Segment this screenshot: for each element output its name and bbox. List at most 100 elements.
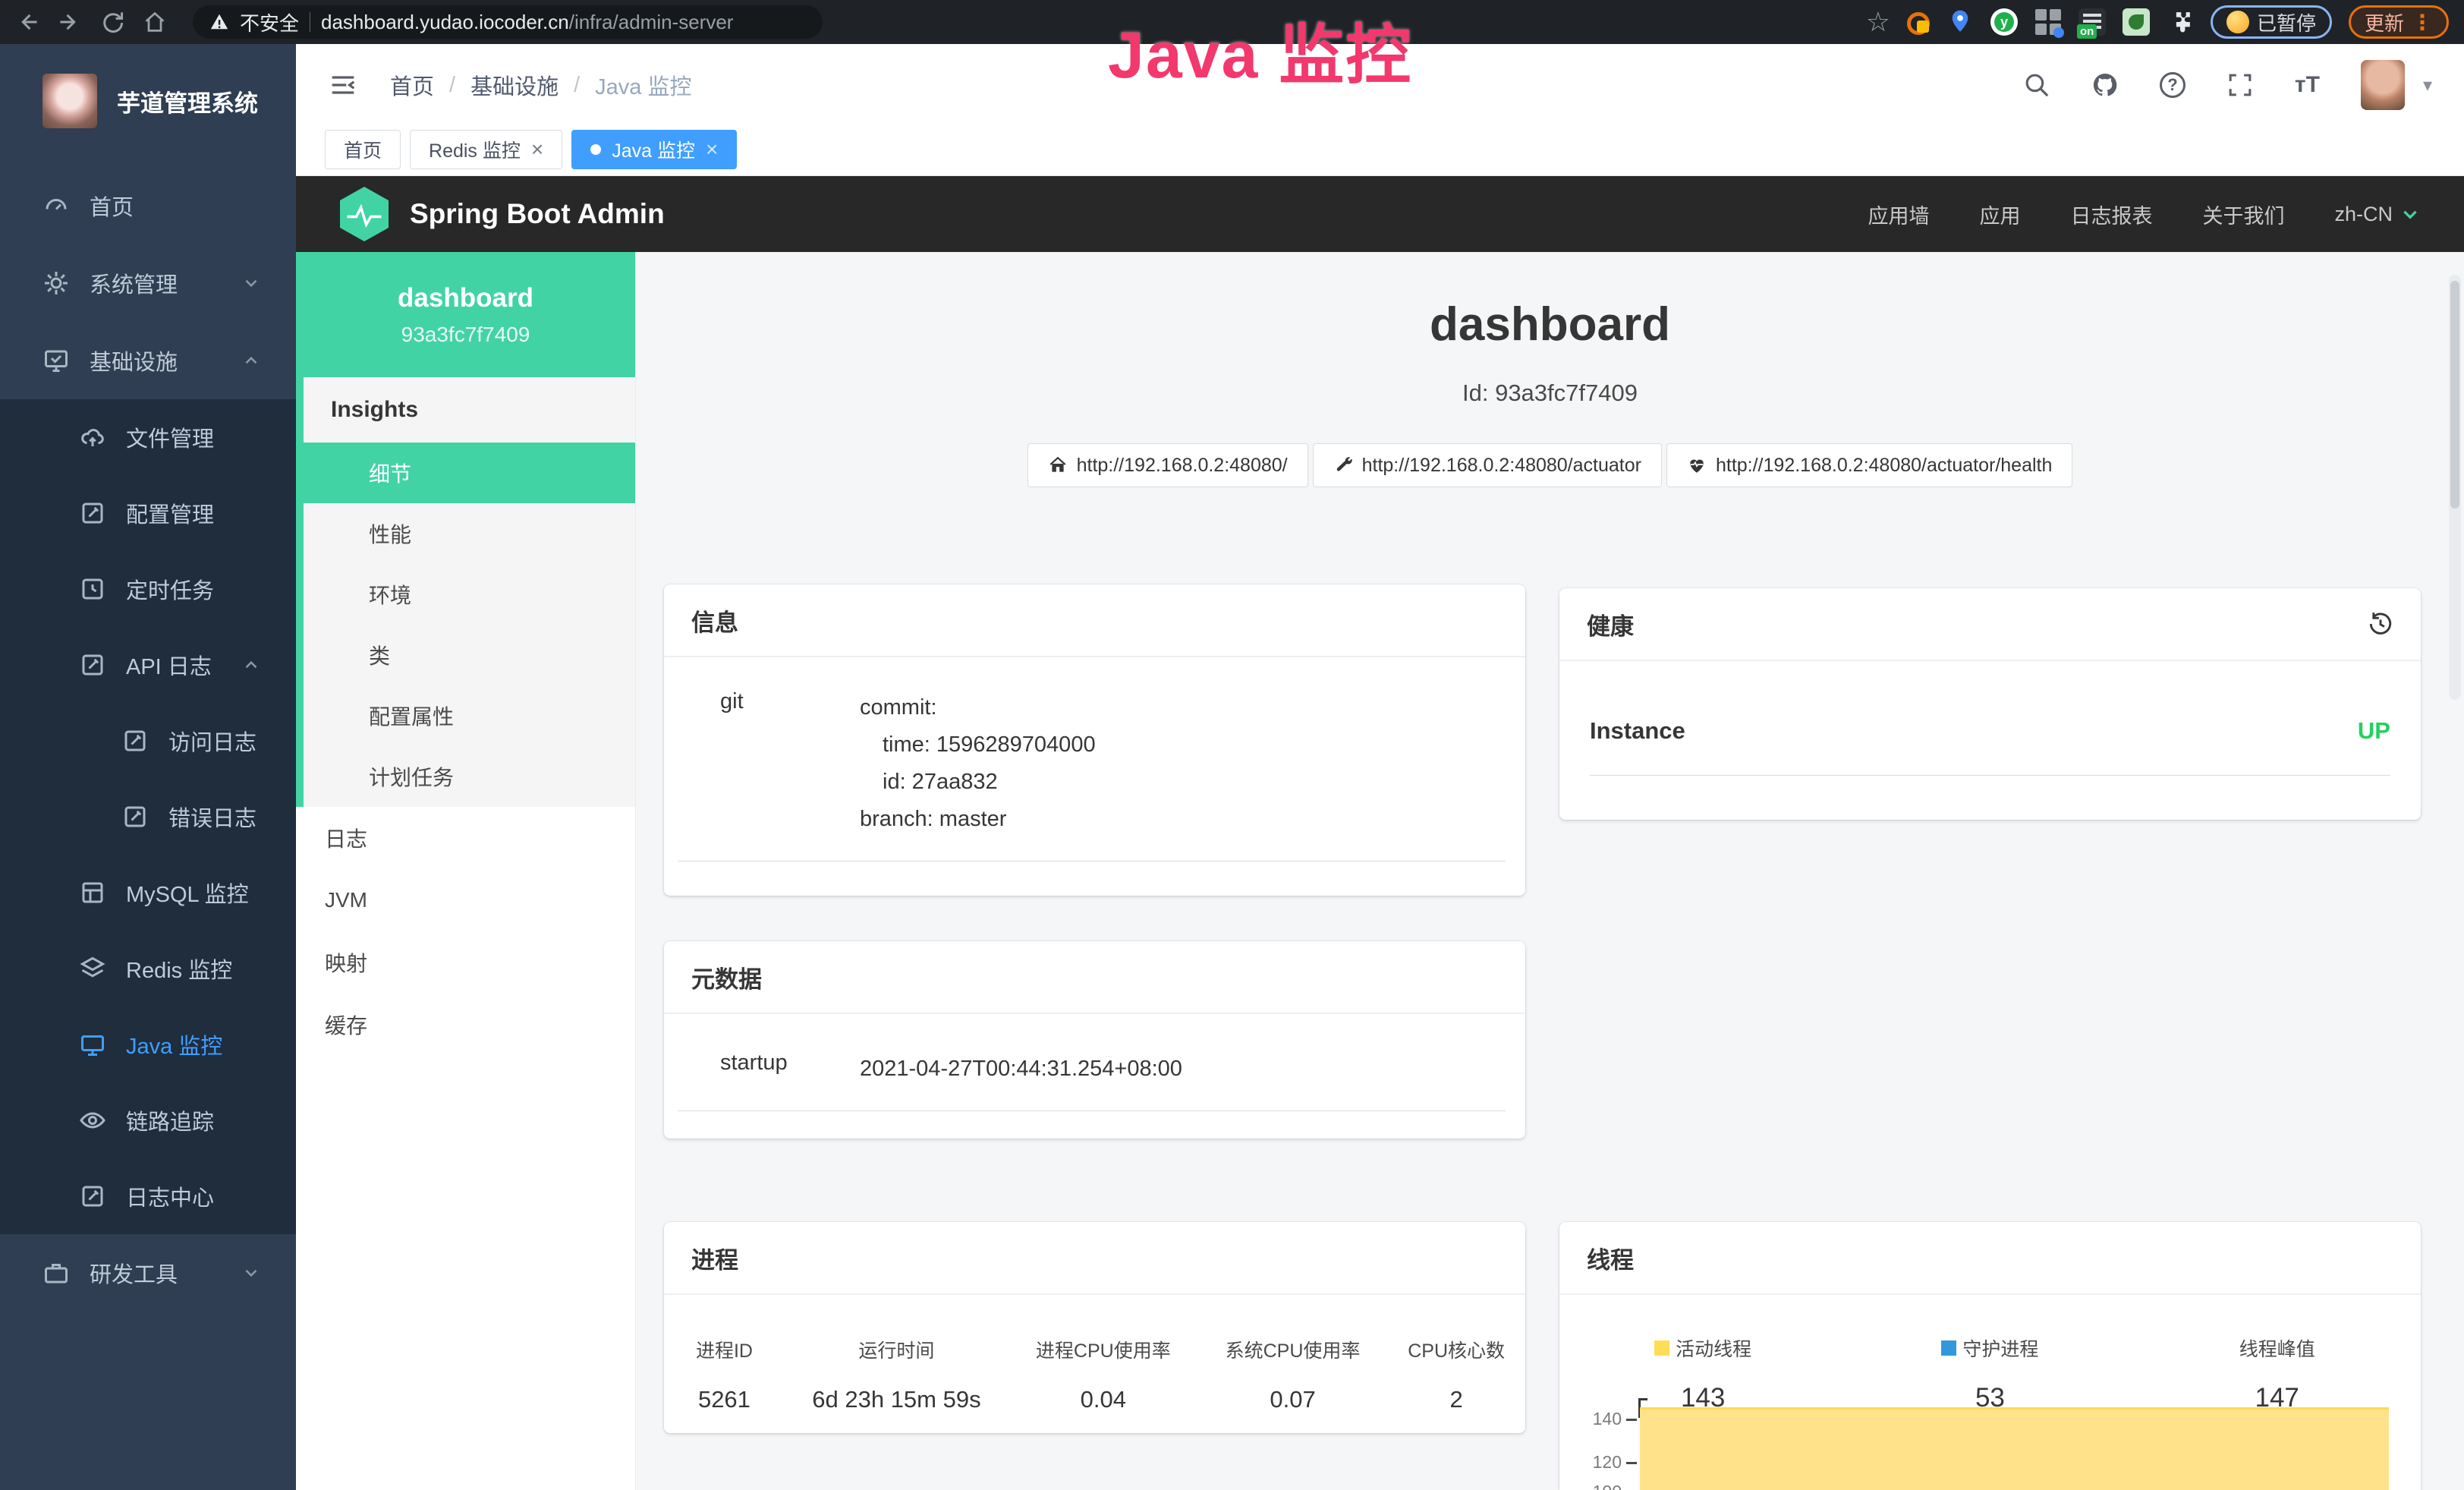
- sba-insights-group: Insights 细节 性能 环境 类 配置属性 计划任务: [296, 377, 635, 807]
- sidebar-item-file-mgmt[interactable]: 文件管理: [0, 399, 296, 475]
- sidebar-item-dev-tools[interactable]: 研发工具: [0, 1234, 296, 1312]
- sidebar-item-mysql-monitor[interactable]: MySQL 监控: [0, 855, 296, 931]
- sba-nav-journal[interactable]: 日志报表: [2070, 200, 2152, 229]
- extension-leaf-icon[interactable]: [2123, 8, 2150, 36]
- instance-title: dashboard: [636, 298, 2464, 351]
- process-card: 进程 进程ID 运行时间 进程CPU使用率 系统CPU使用率 CPU核心数 52…: [664, 1222, 1525, 1433]
- metadata-row-label: startup: [678, 1051, 860, 1088]
- extensions-puzzle-icon[interactable]: [2167, 8, 2194, 36]
- sba-nav-wallboard[interactable]: 应用墙: [1868, 200, 1929, 229]
- reload-icon[interactable]: [100, 10, 124, 34]
- health-card: 健康 Instance UP: [1559, 588, 2421, 820]
- threads-card-title: 线程: [1559, 1222, 2421, 1295]
- sba-menu-config-props[interactable]: 配置属性: [304, 685, 635, 746]
- tab-home[interactable]: 首页: [325, 130, 401, 169]
- close-icon[interactable]: ×: [706, 139, 718, 160]
- forward-icon[interactable]: [58, 10, 82, 34]
- sidebar-item-log-center[interactable]: 日志中心: [0, 1158, 296, 1234]
- threads-stats: 活动线程 143 守护进程 53 线程峰值 147: [1559, 1295, 2421, 1413]
- sba-menu-caches[interactable]: 缓存: [296, 994, 635, 1056]
- annotation-java-monitor: Java 监控: [1108, 2, 1412, 96]
- sba-nav-applications[interactable]: 应用: [1979, 200, 2020, 229]
- profile-paused-badge[interactable]: 已暂停: [2211, 5, 2332, 39]
- sba-menu-classes[interactable]: 类: [304, 625, 635, 685]
- chevron-up-icon: [241, 655, 261, 675]
- sba-nav-language[interactable]: zh-CN: [2334, 203, 2420, 226]
- extension-switch-icon[interactable]: on: [2079, 8, 2106, 36]
- search-icon[interactable]: [2023, 71, 2050, 99]
- security-label: 不安全: [240, 8, 299, 36]
- github-icon[interactable]: [2091, 71, 2119, 99]
- sidebar-item-redis-monitor[interactable]: Redis 监控: [0, 931, 296, 1006]
- active-dot: [590, 144, 601, 155]
- edit-square-icon: [79, 651, 106, 679]
- extension-pin-icon[interactable]: [1946, 8, 1974, 36]
- sidebar-item-infrastructure[interactable]: 基础设施: [0, 322, 296, 399]
- fullscreen-icon[interactable]: [2226, 71, 2254, 99]
- extension-y-icon[interactable]: y: [1990, 8, 2018, 36]
- breadcrumb-home[interactable]: 首页: [390, 69, 434, 101]
- help-icon[interactable]: ?: [2160, 72, 2186, 98]
- sidebar-item-tracing[interactable]: 链路追踪: [0, 1082, 296, 1158]
- sba-menu-environment[interactable]: 环境: [304, 564, 635, 625]
- live-threads-area: [1640, 1407, 2389, 1490]
- info-card-title: 信息: [664, 584, 1525, 657]
- sidebar-item-java-monitor[interactable]: Java 监控: [0, 1006, 296, 1082]
- app-sidebar: 芋道管理系统 首页 系统管理 基础设施 文件管理: [0, 44, 296, 1490]
- sidebar-item-system-mgmt[interactable]: 系统管理: [0, 244, 296, 322]
- scrollbar-thumb[interactable]: [2450, 281, 2459, 509]
- sba-menu-mappings[interactable]: 映射: [296, 931, 635, 994]
- process-uptime: 6d 23h 15m 59s: [785, 1386, 1009, 1413]
- sba-brand-title: Spring Boot Admin: [410, 198, 665, 230]
- update-label: 更新: [2365, 8, 2404, 36]
- tab-redis-monitor[interactable]: Redis 监控 ×: [410, 130, 562, 169]
- tab-java-monitor[interactable]: Java 监控 ×: [571, 130, 737, 169]
- home-icon[interactable]: [143, 10, 167, 34]
- close-icon[interactable]: ×: [531, 139, 543, 160]
- bookmark-star-icon[interactable]: ☆: [1866, 8, 1890, 36]
- address-bar[interactable]: 不安全 dashboard.yudao.iocoder.cn/infra/adm…: [193, 5, 823, 39]
- user-avatar[interactable]: [2361, 60, 2405, 110]
- browser-menu-icon[interactable]: ⋮: [2412, 10, 2433, 35]
- content-scrollbar[interactable]: [2449, 275, 2461, 700]
- service-url-button[interactable]: http://192.168.0.2:48080/: [1027, 443, 1308, 487]
- font-size-icon[interactable]: ᴛT: [2295, 72, 2320, 98]
- health-url-button[interactable]: http://192.168.0.2:48080/actuator/health: [1666, 443, 2072, 487]
- header-actions: ? ᴛT ▾: [2023, 60, 2432, 110]
- sba-menu-logs[interactable]: 日志: [296, 807, 635, 869]
- breadcrumb: 首页 / 基础设施 / Java 监控: [390, 69, 691, 101]
- management-url-button[interactable]: http://192.168.0.2:48080/actuator: [1313, 443, 1662, 487]
- profile-emoji-icon: [2226, 11, 2249, 33]
- monitor-icon: [42, 347, 70, 374]
- briefcase-icon: [42, 1259, 70, 1287]
- back-icon[interactable]: [15, 10, 39, 34]
- sidebar-item-scheduled-jobs[interactable]: 定时任务: [0, 551, 296, 627]
- extension-grid-icon[interactable]: [2034, 8, 2062, 36]
- instance-url-buttons: http://192.168.0.2:48080/ http://192.168…: [636, 443, 2464, 487]
- process-cpu: 0.04: [1009, 1386, 1198, 1413]
- health-card-title: 健康: [1587, 607, 1634, 641]
- sba-instance-header[interactable]: dashboard 93a3fc7f7409: [296, 252, 635, 377]
- sidebar-item-access-logs[interactable]: 访问日志: [0, 703, 296, 779]
- paused-label: 已暂停: [2257, 8, 2316, 36]
- threads-area-chart: 140 120 100: [1559, 1397, 2421, 1490]
- avatar-caret-icon[interactable]: ▾: [2423, 74, 2432, 96]
- sba-menu-metrics[interactable]: 性能: [304, 503, 635, 564]
- menu-fold-icon[interactable]: [328, 70, 358, 100]
- history-icon[interactable]: [2368, 611, 2393, 637]
- sba-menu-scheduled-tasks[interactable]: 计划任务: [304, 746, 635, 807]
- edit-square-icon: [79, 499, 106, 527]
- sidebar-item-home[interactable]: 首页: [0, 167, 296, 244]
- sba-menu-details[interactable]: 细节: [304, 443, 635, 503]
- health-instance-label: Instance: [1590, 717, 1685, 745]
- sidebar-item-config-mgmt[interactable]: 配置管理: [0, 475, 296, 551]
- sidebar-item-api-logs[interactable]: API 日志: [0, 627, 296, 703]
- sidebar-item-error-logs[interactable]: 错误日志: [0, 779, 296, 855]
- extension-colorzilla-icon[interactable]: [1907, 12, 1930, 35]
- y-tickmark: [1626, 1462, 1637, 1464]
- url-path: /infra/admin-server: [569, 11, 734, 33]
- breadcrumb-infrastructure[interactable]: 基础设施: [470, 69, 559, 101]
- sba-nav-about[interactable]: 关于我们: [2202, 200, 2284, 229]
- browser-update-button[interactable]: 更新 ⋮: [2349, 5, 2449, 39]
- sba-menu-jvm[interactable]: JVM: [296, 869, 635, 931]
